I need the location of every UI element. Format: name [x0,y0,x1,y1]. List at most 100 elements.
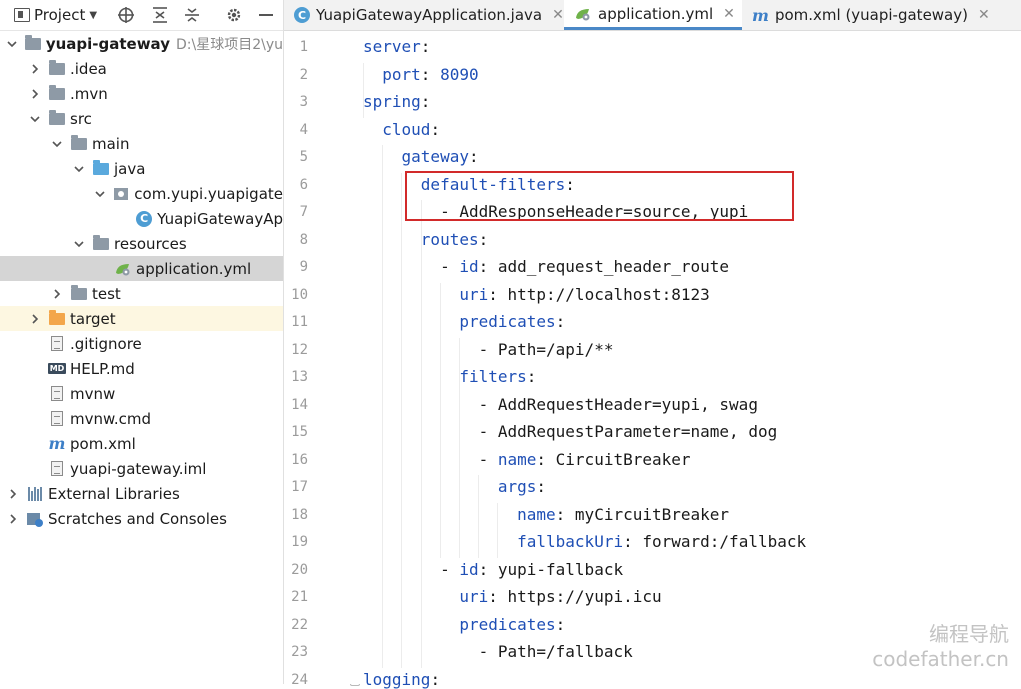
collapse-all-icon[interactable] [182,5,202,25]
line-number: 12 [291,341,308,358]
tree-item[interactable]: .gitignore [0,331,283,356]
expand-all-icon[interactable] [150,5,170,25]
tree-item[interactable]: External Libraries [0,481,283,506]
tree-item[interactable]: application.yml [0,256,283,281]
code-line: predicates: [459,312,566,331]
locate-icon[interactable] [116,5,136,25]
annotation-highlight-box [405,171,794,221]
tree-item-label: mvnw.cmd [70,409,152,428]
folder-icon [49,84,65,100]
code-editor[interactable]: server: port: 8090 spring: cloud: gateway… [346,31,1021,689]
code-line: - Path=/fallback [363,642,633,661]
project-tool-window: Project ▼ yuapi-gateway D:\星球项目2\yu .idea.… [0,0,284,684]
tree-item[interactable]: resources [0,231,283,256]
chevron-down-icon[interactable] [72,237,86,251]
close-icon[interactable]: ✕ [723,6,735,22]
gear-icon[interactable] [224,5,244,25]
java-class-icon: C [294,7,310,23]
maven-icon: m [752,5,769,25]
tree-item[interactable]: mvnw [0,381,283,406]
tree-item-label: test [92,284,121,303]
tree-item-label: main [92,134,130,153]
watermark-domain: codefather.cn [872,647,1009,671]
chevron-right-icon[interactable] [6,512,20,526]
line-number: 4 [299,121,308,138]
close-icon[interactable]: ✕ [978,7,990,23]
code-line: logging: [363,669,441,689]
source-folder-icon [93,159,109,175]
chevron-down-icon[interactable] [72,162,86,176]
code-line: cloud: [382,119,441,139]
line-number: 3 [299,94,308,110]
tree-item[interactable]: main [0,131,283,156]
tree-item-label: .gitignore [70,334,142,353]
tree-item[interactable]: yuapi-gateway.iml [0,456,283,481]
chevron-right-icon[interactable] [28,87,42,101]
tree-item-label: com.yupi.yuapigate [134,184,283,203]
tree-item-label: src [70,109,92,128]
tree-item-label: pom.xml [70,434,136,453]
code-line: - AddRequestParameter=name, dog [363,422,778,441]
tree-item[interactable]: com.yupi.yuapigate [0,181,283,206]
project-toolbar: Project ▼ [0,0,283,31]
minimize-icon[interactable] [256,5,276,25]
code-line: uri: https://yupi.icu [459,587,662,606]
project-view-icon [14,8,30,22]
chevron-right-icon[interactable] [50,287,64,301]
folder-icon [49,59,65,75]
file-icon [51,461,63,476]
tree-item-label: External Libraries [48,484,180,503]
tree-item[interactable]: MD HELP.md [0,356,283,381]
line-number: 20 [291,561,308,578]
tree-item-label: .idea [70,59,107,78]
tree-item-label: java [114,159,146,178]
code-line: uri: http://localhost:8123 [459,284,710,304]
chevron-right-icon[interactable] [28,62,42,76]
tree-item[interactable]: C YuapiGatewayAp [0,206,283,231]
tab-yuapigatewayapplication-java[interactable]: C YuapiGatewayApplication.java ✕ [284,0,564,30]
folder-icon [71,134,87,150]
tree-item[interactable]: .idea [0,56,283,81]
tree-item[interactable]: Scratches and Consoles [0,506,283,531]
chevron-right-icon[interactable] [28,312,42,326]
chevron-down-icon[interactable] [28,112,42,126]
tree-item-label: application.yml [136,259,252,278]
indent-guide [459,337,460,558]
chevron-down-icon[interactable] [94,187,106,201]
tree-item[interactable]: m pom.xml [0,431,283,456]
line-number: 10 [291,286,308,303]
chevron-right-icon[interactable] [6,487,20,501]
code-line: - id: add_request_header_route [363,257,730,276]
watermark: 编程导航 codefather.cn [872,622,1009,672]
library-icon [28,486,42,501]
tree-item[interactable]: mvnw.cmd [0,406,283,431]
editor-tabs: C YuapiGatewayApplication.java ✕ applica… [284,0,1021,31]
tab-pom-xml[interactable]: m pom.xml (yuapi-gateway) ✕ [742,0,1002,30]
tree-item[interactable]: test [0,281,283,306]
indent-guide [363,62,364,118]
spring-yml-icon [116,263,130,275]
tree-item[interactable]: src [0,106,283,131]
close-icon[interactable]: ✕ [552,7,564,23]
tree-item[interactable]: .mvn [0,81,283,106]
project-view-selector[interactable]: Project ▼ [14,6,97,24]
java-class-icon: C [136,210,153,227]
watermark-title: 编程导航 [929,622,1009,646]
line-number: 17 [291,479,308,495]
line-number: 1 [299,39,308,55]
tab-application-yml[interactable]: application.yml ✕ [564,0,742,30]
tree-item-label: target [70,309,116,328]
line-number: 15 [291,424,308,440]
indent-guide [497,502,499,558]
tree-item[interactable]: yuapi-gateway D:\星球项目2\yu [0,31,283,56]
file-icon [51,386,63,401]
chevron-down-icon[interactable] [6,37,18,51]
line-number: 8 [299,231,308,248]
file-icon [51,411,63,426]
tree-item-label: yuapi-gateway [45,34,170,53]
tree-item[interactable]: java [0,156,283,181]
chevron-down-icon[interactable] [50,137,64,151]
code-line: args: [497,477,547,496]
excluded-folder-icon [49,309,65,325]
tree-item[interactable]: target [0,306,283,331]
